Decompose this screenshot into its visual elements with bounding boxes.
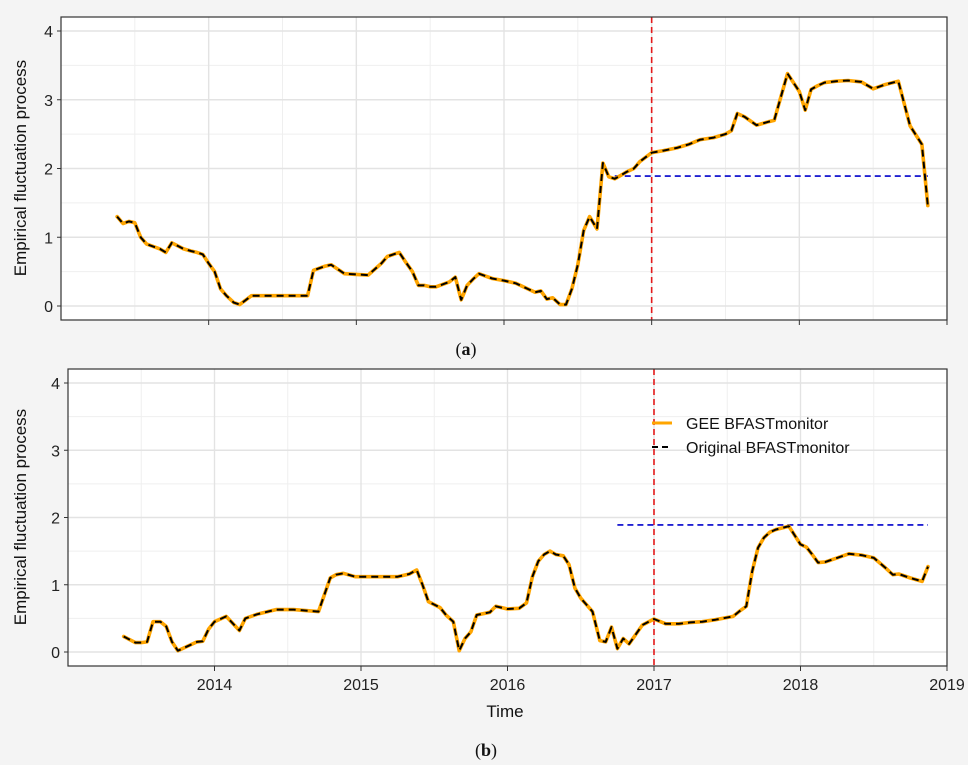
panel-b-x-axis-label: Time bbox=[486, 702, 523, 721]
panel-a-y-axis-label: Empirical fluctuation process bbox=[11, 60, 30, 276]
panel-a-y-tick-label: 4 bbox=[44, 24, 53, 41]
caption-b-letter: b bbox=[481, 740, 491, 760]
caption-b-close: ) bbox=[491, 740, 497, 761]
caption-a-close: ) bbox=[471, 339, 477, 360]
legend-original-label: Original BFASTmonitor bbox=[686, 440, 850, 457]
panel-a-y-tick-label: 1 bbox=[44, 230, 53, 247]
panel-b-y-axis-label: Empirical fluctuation process bbox=[11, 409, 30, 625]
panel-b-y-tick-label: 4 bbox=[51, 376, 60, 393]
panel-b-x-tick-label: 2016 bbox=[490, 677, 526, 694]
figure: Empirical fluctuation process 01234 (a) … bbox=[0, 0, 968, 765]
panel-b-x-tick-label: 2014 bbox=[197, 677, 233, 694]
panel-a: Empirical fluctuation process 0 1 2 3 4 (a) bbox=[11, 16, 948, 360]
caption-b: (b) bbox=[475, 740, 497, 761]
panel-b-y-tick-label: 1 bbox=[51, 578, 60, 595]
panel-b-x-tick-label: 2015 bbox=[343, 677, 379, 694]
caption-a-letter: a bbox=[462, 339, 471, 359]
legend-gee-label: GEE BFASTmonitor bbox=[686, 416, 829, 433]
panel-a-y-tick-label: 0 bbox=[44, 299, 53, 316]
panel-b-x-tick-label: 2017 bbox=[636, 677, 672, 694]
panel-b-y-tick-label: 2 bbox=[51, 511, 60, 528]
panel-b-x-tick-label: 2018 bbox=[783, 677, 819, 694]
caption-a: (a) bbox=[456, 339, 477, 360]
panel-b-y-tick-label: 3 bbox=[51, 443, 60, 460]
panel-a-plot: 0 1 2 3 4 bbox=[44, 16, 948, 325]
panel-b-x-tick-label: 2019 bbox=[929, 677, 965, 694]
panel-b-y-tick-label: 0 bbox=[51, 645, 60, 662]
panel-a-y-tick-label: 3 bbox=[44, 93, 53, 110]
panel-a-y-tick-label: 2 bbox=[44, 162, 53, 179]
